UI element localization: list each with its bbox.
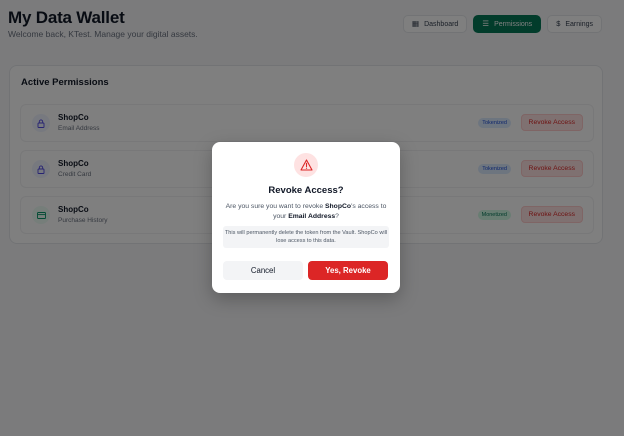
warning-icon [294,153,318,177]
dialog-message: Are you sure you want to revoke ShopCo's… [222,202,390,222]
cancel-button[interactable]: Cancel [223,261,303,280]
revoke-access-dialog: Revoke Access? Are you sure you want to … [212,142,400,293]
dialog-item: Email Address [288,213,336,220]
dialog-text-prefix: Are you sure you want to revoke [225,203,325,210]
dialog-title: Revoke Access? [268,185,344,196]
dialog-note: This will permanently delete the token f… [223,226,389,248]
confirm-revoke-button[interactable]: Yes, Revoke [308,261,388,280]
dialog-company: ShopCo [325,203,352,210]
dialog-text-suffix: ? [335,213,339,220]
